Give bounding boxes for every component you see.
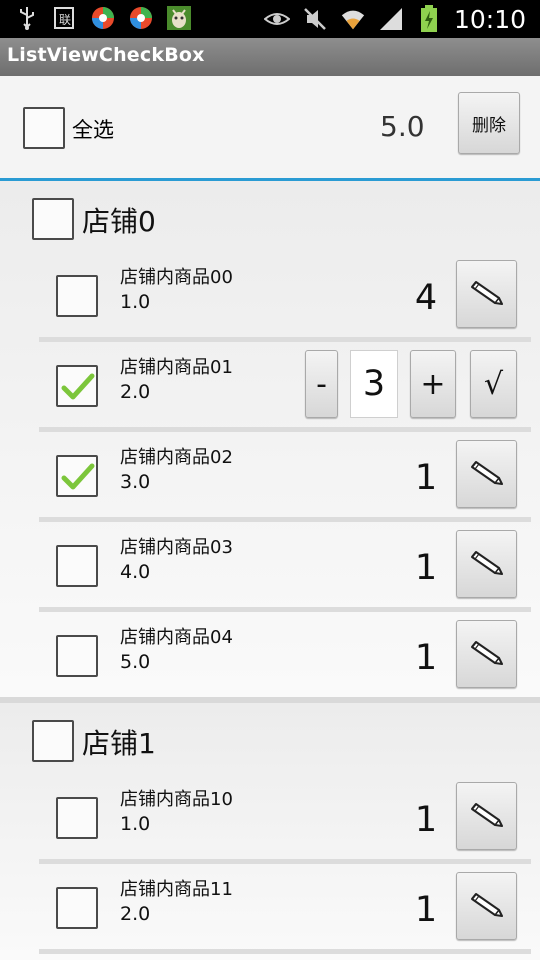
shop-checkbox[interactable] [32, 198, 74, 240]
item-divider [39, 517, 531, 522]
pencil-icon [470, 803, 503, 827]
item-quantity: 1 [414, 890, 438, 930]
edit-button[interactable] [456, 872, 517, 940]
item-divider [39, 949, 531, 954]
item-quantity: 1 [414, 458, 438, 498]
edit-button[interactable] [456, 440, 517, 508]
pencil-icon [470, 641, 503, 665]
edit-button[interactable] [456, 782, 517, 850]
item-name: 店铺内商品03 [120, 537, 233, 558]
quantity-input[interactable]: 3 [350, 350, 398, 418]
item-price: 4.0 [120, 561, 151, 583]
delete-button[interactable]: 删除 [458, 92, 520, 154]
edit-button[interactable] [456, 620, 517, 688]
select-all-label: 全选 [72, 118, 114, 142]
item-divider [39, 607, 531, 612]
title-bar: ListViewCheckBox [0, 38, 540, 76]
shop-checkbox[interactable] [32, 720, 74, 762]
item-checkbox[interactable] [56, 545, 98, 587]
checkmark-icon [61, 373, 95, 400]
item-divider [39, 859, 531, 864]
item-divider [39, 427, 531, 432]
item-divider [39, 337, 531, 342]
item-name: 店铺内商品01 [120, 357, 233, 378]
status-time: 10:10 [453, 4, 526, 34]
decrement-button[interactable]: - [305, 350, 338, 418]
shop-name: 店铺0 [82, 205, 156, 238]
item-name: 店铺内商品00 [120, 267, 233, 288]
pencil-icon [470, 281, 503, 305]
quantity-input-value: 3 [362, 364, 386, 404]
item-price: 1.0 [120, 291, 151, 313]
total-price: 5.0 [380, 110, 425, 143]
item-name: 店铺内商品02 [120, 447, 233, 468]
item-name: 店铺内商品04 [120, 627, 233, 648]
sim-icon: 联 [52, 5, 78, 31]
item-name: 店铺内商品11 [120, 879, 233, 900]
item-price: 1.0 [120, 813, 151, 835]
android-icon [166, 5, 192, 31]
wifi-icon [340, 6, 366, 32]
app-ball-icon [90, 5, 116, 31]
pencil-icon [470, 551, 503, 575]
item-name: 店铺内商品10 [120, 789, 233, 810]
eye-icon [263, 6, 290, 32]
delete-button-label: 删除 [472, 115, 506, 136]
status-bar: 联 10:10 [0, 0, 540, 38]
battery-icon [416, 5, 442, 32]
checkmark-icon [61, 463, 95, 490]
app-ball-icon [128, 5, 154, 31]
item-checkbox[interactable] [56, 797, 98, 839]
item-quantity: 1 [414, 638, 438, 678]
pencil-icon [470, 461, 503, 485]
item-price: 3.0 [120, 471, 151, 493]
shop-name: 店铺1 [82, 727, 156, 760]
mute-icon [302, 6, 328, 32]
svg-text:联: 联 [59, 13, 71, 27]
item-quantity: 1 [414, 548, 438, 588]
pencil-icon [470, 893, 503, 917]
increment-button-label: + [420, 366, 446, 402]
item-quantity: 4 [414, 278, 438, 318]
select-all-checkbox[interactable] [23, 107, 65, 149]
decrement-button-label: - [316, 366, 327, 402]
item-checkbox[interactable] [56, 635, 98, 677]
item-checkbox[interactable] [56, 365, 98, 407]
usb-icon [14, 5, 40, 31]
item-quantity: 1 [414, 800, 438, 840]
edit-button[interactable] [456, 530, 517, 598]
item-price: 2.0 [120, 903, 151, 925]
edit-button[interactable] [456, 260, 517, 328]
item-price: 5.0 [120, 651, 151, 673]
item-checkbox[interactable] [56, 455, 98, 497]
item-checkbox[interactable] [56, 275, 98, 317]
app-title: ListViewCheckBox [7, 44, 205, 66]
confirm-button[interactable]: √ [470, 350, 517, 418]
increment-button[interactable]: + [410, 350, 456, 418]
item-price: 2.0 [120, 381, 151, 403]
item-checkbox[interactable] [56, 887, 98, 929]
signal-icon [378, 6, 404, 32]
confirm-button-label: √ [483, 366, 504, 402]
